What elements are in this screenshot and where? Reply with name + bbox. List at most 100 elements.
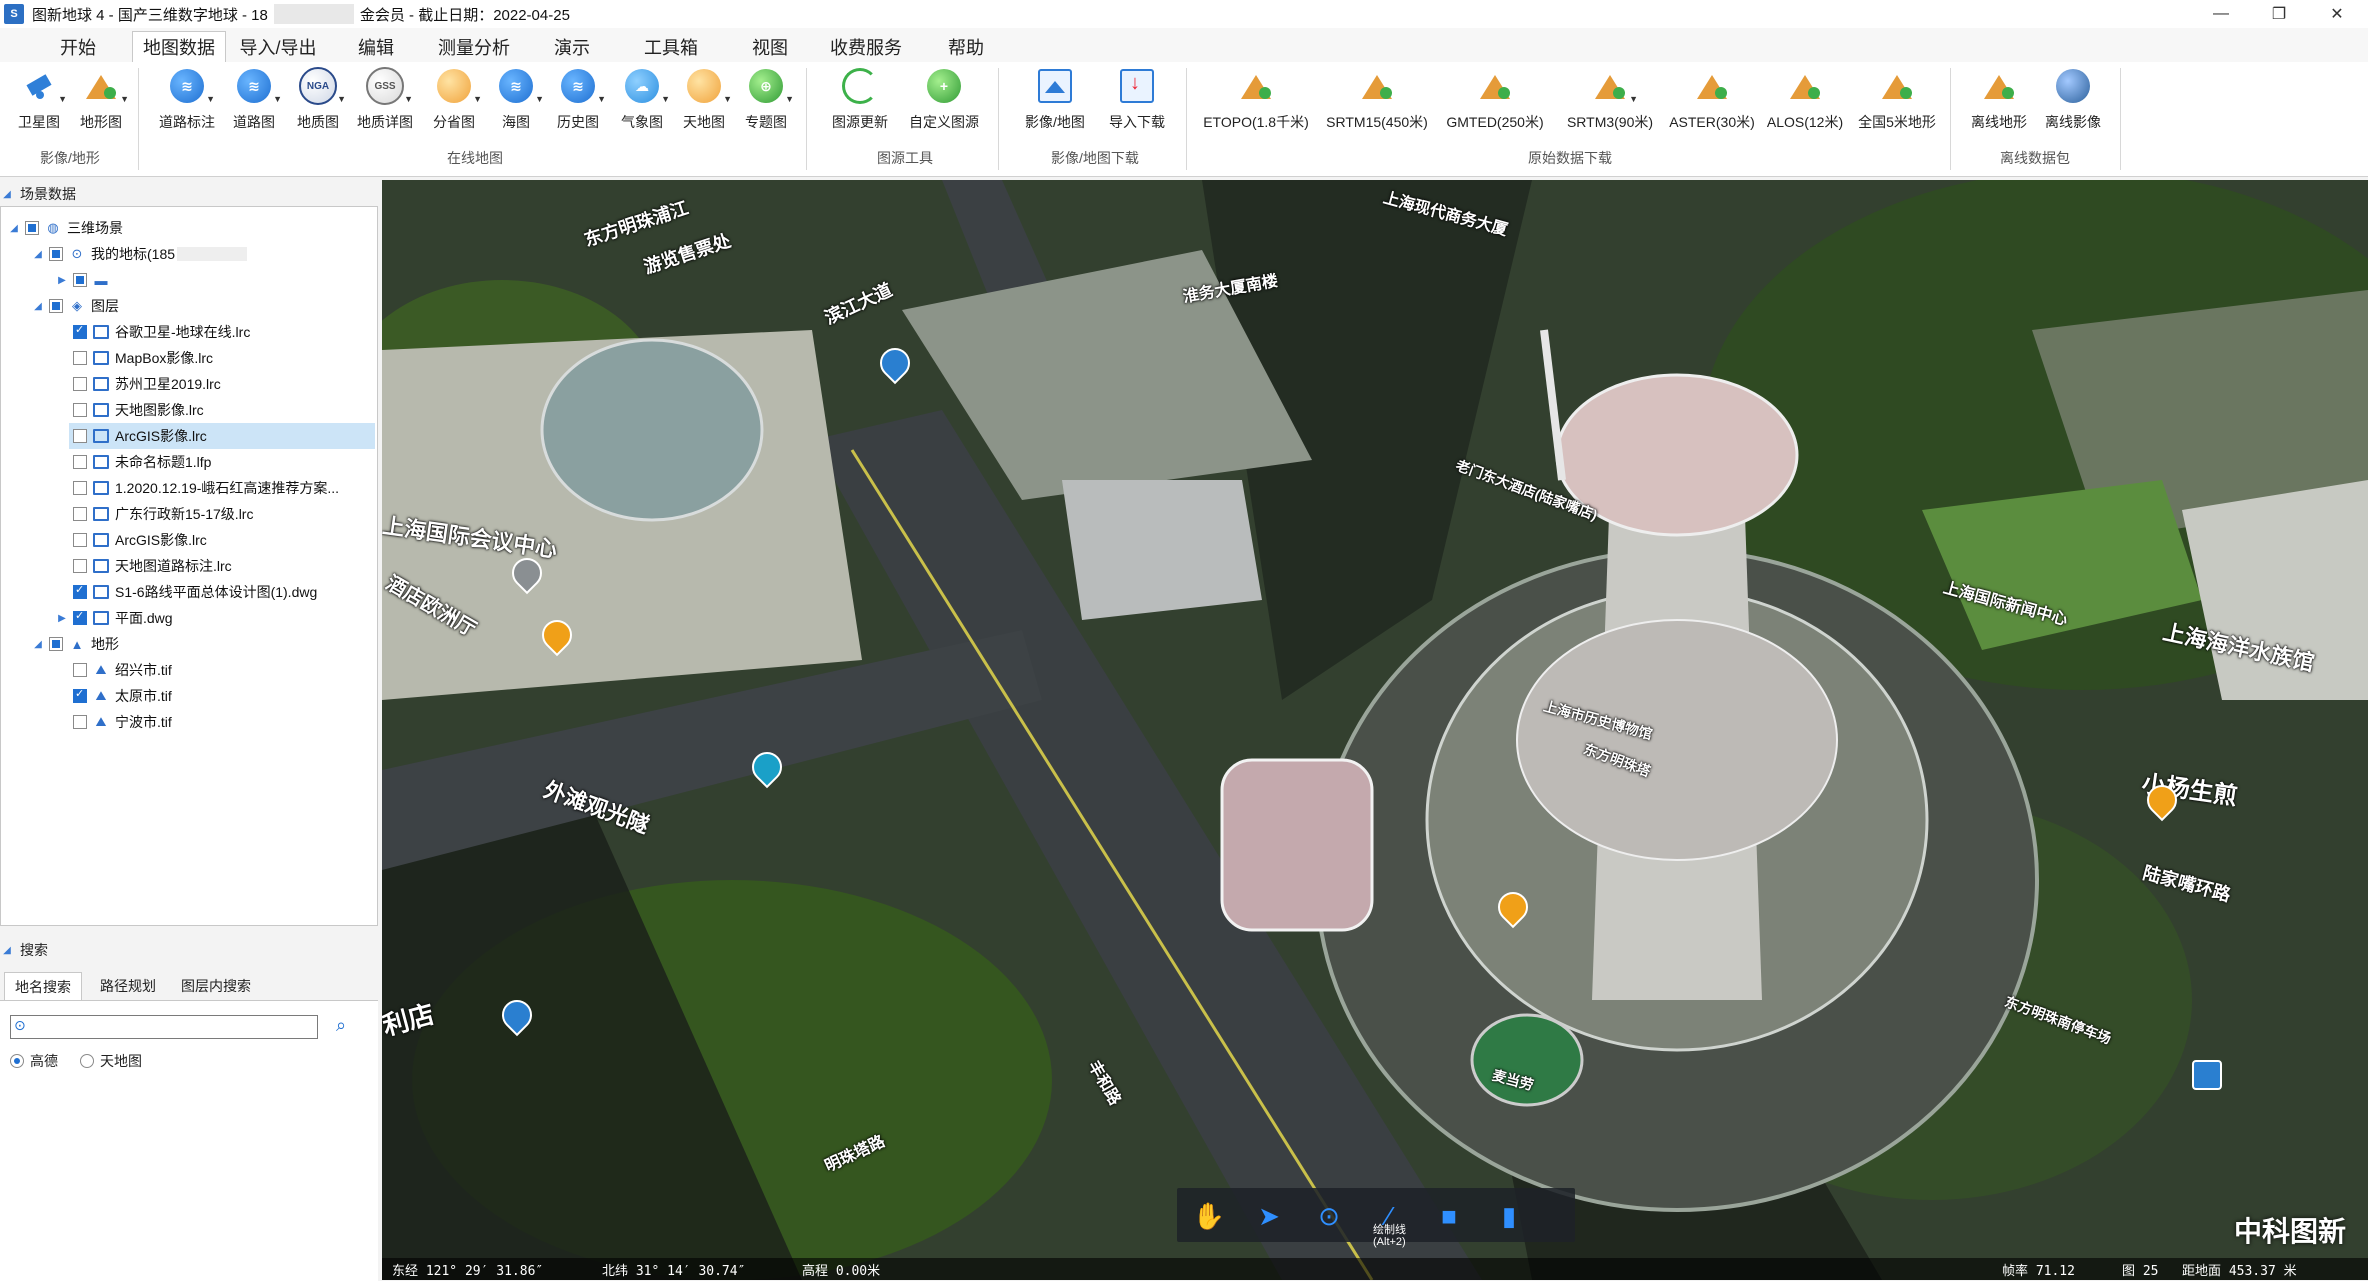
tree-item-layer[interactable]: MapBox影像.lrc	[69, 345, 213, 371]
scene-panel-header[interactable]: ◢ 场景数据	[0, 182, 378, 206]
tree-checkbox[interactable]	[73, 663, 87, 677]
tree-item-terrain[interactable]: ◢ ▲ 地形	[31, 631, 119, 657]
tab-edit[interactable]: 编辑	[344, 32, 408, 62]
expand-toggle-icon[interactable]: ▶	[55, 613, 69, 624]
etopo-download-button[interactable]: ETOPO(1.8千米)	[1198, 66, 1314, 142]
placemark-tool-icon[interactable]: ⊙	[1309, 1196, 1349, 1236]
tab-import-export[interactable]: 导入/导出	[232, 32, 324, 62]
gmted-download-button[interactable]: GMTED(250米)	[1438, 66, 1552, 142]
thematic-map-button[interactable]: ⊕ ▼ 专题图	[740, 66, 794, 142]
tree-checkbox[interactable]	[73, 323, 87, 339]
tab-view[interactable]: 视图	[738, 32, 802, 62]
tree-item-layer[interactable]: 天地图影像.lrc	[69, 397, 204, 423]
tree-item-layer[interactable]: 未命名标题1.lfp	[69, 449, 211, 475]
tree-item-layer[interactable]: 苏州卫星2019.lrc	[69, 371, 221, 397]
srtm15-download-button[interactable]: SRTM15(450米)	[1318, 66, 1436, 142]
tab-place-search[interactable]: 地名搜索	[4, 972, 82, 1001]
tab-demo[interactable]: 演示	[540, 32, 604, 62]
tree-checkbox[interactable]	[25, 221, 39, 235]
tree-item-my-placemarks[interactable]: ◢ ⊙ 我的地标(185	[31, 241, 248, 267]
tree-checkbox[interactable]	[73, 455, 87, 469]
dropdown-arrow-icon[interactable]: ▼	[1629, 94, 1638, 104]
app-icon[interactable]: S	[4, 4, 24, 24]
national-5m-terrain-button[interactable]: 全国5米地形	[1850, 66, 1944, 142]
tree-checkbox[interactable]	[73, 559, 87, 573]
custom-source-button[interactable]: + 自定义图源	[906, 66, 982, 142]
tree-checkbox[interactable]	[73, 429, 87, 443]
expand-toggle-icon[interactable]: ◢	[31, 249, 45, 260]
tree-item-layer[interactable]: 天地图道路标注.lrc	[69, 553, 232, 579]
draw-polygon-tool-icon[interactable]: ■	[1429, 1196, 1469, 1236]
tree-item-folder[interactable]: ▶ ▬	[55, 267, 115, 293]
tree-checkbox[interactable]	[73, 609, 87, 625]
dropdown-arrow-icon[interactable]: ▼	[661, 94, 670, 104]
search-input[interactable]	[10, 1015, 318, 1039]
tianditu-button[interactable]: ▼ 天地图	[678, 66, 732, 142]
terrain-map-button[interactable]: ▼ 地形图	[76, 66, 129, 142]
road-map-button[interactable]: ≋ ▼ 道路图	[228, 66, 282, 142]
aster-download-button[interactable]: ASTER(30米)	[1664, 66, 1760, 142]
tree-checkbox[interactable]	[73, 273, 87, 287]
tree-item-layer[interactable]: 广东行政新15-17级.lrc	[69, 501, 253, 527]
dropdown-arrow-icon[interactable]: ▼	[120, 94, 129, 104]
dropdown-arrow-icon[interactable]: ▼	[597, 94, 606, 104]
tree-item-3d-scene[interactable]: ◢ ◍ 三维场景	[7, 215, 123, 241]
tree-checkbox[interactable]	[73, 583, 87, 599]
search-icon[interactable]: ⌕	[336, 1015, 346, 1036]
radio-dot[interactable]	[10, 1054, 24, 1068]
road-label-button[interactable]: ≋ ▼ 道路标注	[156, 66, 218, 142]
expand-toggle-icon[interactable]: ▶	[55, 275, 69, 286]
close-button[interactable]: ✕	[2312, 0, 2362, 28]
bus-stop-icon[interactable]	[2192, 1060, 2222, 1090]
tree-item-layer[interactable]: ArcGIS影像.lrc	[69, 527, 207, 553]
dropdown-arrow-icon[interactable]: ▼	[535, 94, 544, 104]
tree-checkbox[interactable]	[73, 377, 87, 391]
tab-map-data[interactable]: 地图数据	[132, 31, 226, 63]
srtm3-download-button[interactable]: ▼ SRTM3(90米)	[1558, 66, 1662, 142]
image-map-download-button[interactable]: 影像/地图	[1020, 66, 1090, 142]
collapse-icon[interactable]: ◢	[0, 189, 14, 200]
dropdown-arrow-icon[interactable]: ▼	[785, 94, 794, 104]
import-download-button[interactable]: 导入下载	[1104, 66, 1170, 142]
radio-dot[interactable]	[80, 1054, 94, 1068]
tree-checkbox[interactable]	[73, 481, 87, 495]
tree-item-layer-selected[interactable]: ArcGIS影像.lrc	[69, 423, 375, 449]
tree-checkbox[interactable]	[49, 247, 63, 261]
history-map-button[interactable]: ≋ ▼ 历史图	[552, 66, 606, 142]
geology-detail-map-button[interactable]: GSS ▼ 地质详图	[354, 66, 416, 142]
tree-item-terrain-file[interactable]: ⛰ 宁波市.tif	[69, 709, 172, 735]
offline-terrain-button[interactable]: 离线地形	[1964, 66, 2034, 142]
source-update-button[interactable]: 图源更新	[824, 66, 896, 142]
dropdown-arrow-icon[interactable]: ▼	[723, 94, 732, 104]
tree-checkbox[interactable]	[73, 687, 87, 703]
dropdown-arrow-icon[interactable]: ▼	[337, 94, 346, 104]
chart-tool-icon[interactable]: ▮	[1489, 1196, 1529, 1236]
tab-measure-analysis[interactable]: 测量分析	[428, 32, 520, 62]
expand-toggle-icon[interactable]: ◢	[31, 639, 45, 650]
tree-checkbox[interactable]	[73, 533, 87, 547]
tab-help[interactable]: 帮助	[934, 32, 998, 62]
province-map-button[interactable]: ▼ 分省图	[428, 66, 482, 142]
tree-item-terrain-file[interactable]: ⛰ 绍兴市.tif	[69, 657, 172, 683]
tab-route-planning[interactable]: 路径规划	[90, 972, 166, 1000]
tree-checkbox[interactable]	[49, 299, 63, 313]
offline-imagery-button[interactable]: 离线影像	[2038, 66, 2108, 142]
tree-item-layer[interactable]: S1-6路线平面总体设计图(1).dwg	[69, 579, 317, 605]
tree-checkbox[interactable]	[73, 403, 87, 417]
tab-toolbox[interactable]: 工具箱	[632, 32, 710, 62]
tree-checkbox[interactable]	[73, 715, 87, 729]
radio-gaode[interactable]: 高德	[10, 1051, 58, 1071]
maximize-button[interactable]: ❐	[2254, 0, 2304, 28]
tab-start[interactable]: 开始	[46, 32, 110, 62]
tree-item-layer[interactable]: 谷歌卫星-地球在线.lrc	[69, 319, 250, 345]
tab-layer-search[interactable]: 图层内搜索	[170, 972, 262, 1000]
geology-map-button[interactable]: NGA ▼ 地质图	[292, 66, 346, 142]
minimize-button[interactable]: —	[2196, 0, 2246, 28]
search-panel-header[interactable]: ◢ 搜索	[0, 938, 378, 962]
tree-item-layer[interactable]: ▶平面.dwg	[55, 605, 172, 631]
dropdown-arrow-icon[interactable]: ▼	[404, 94, 413, 104]
tree-item-layers[interactable]: ◢ ◈ 图层	[31, 293, 119, 319]
expand-toggle-icon[interactable]: ◢	[7, 223, 21, 234]
tree-item-terrain-file[interactable]: ⛰太原市.tif	[69, 683, 172, 709]
tree-checkbox[interactable]	[73, 507, 87, 521]
